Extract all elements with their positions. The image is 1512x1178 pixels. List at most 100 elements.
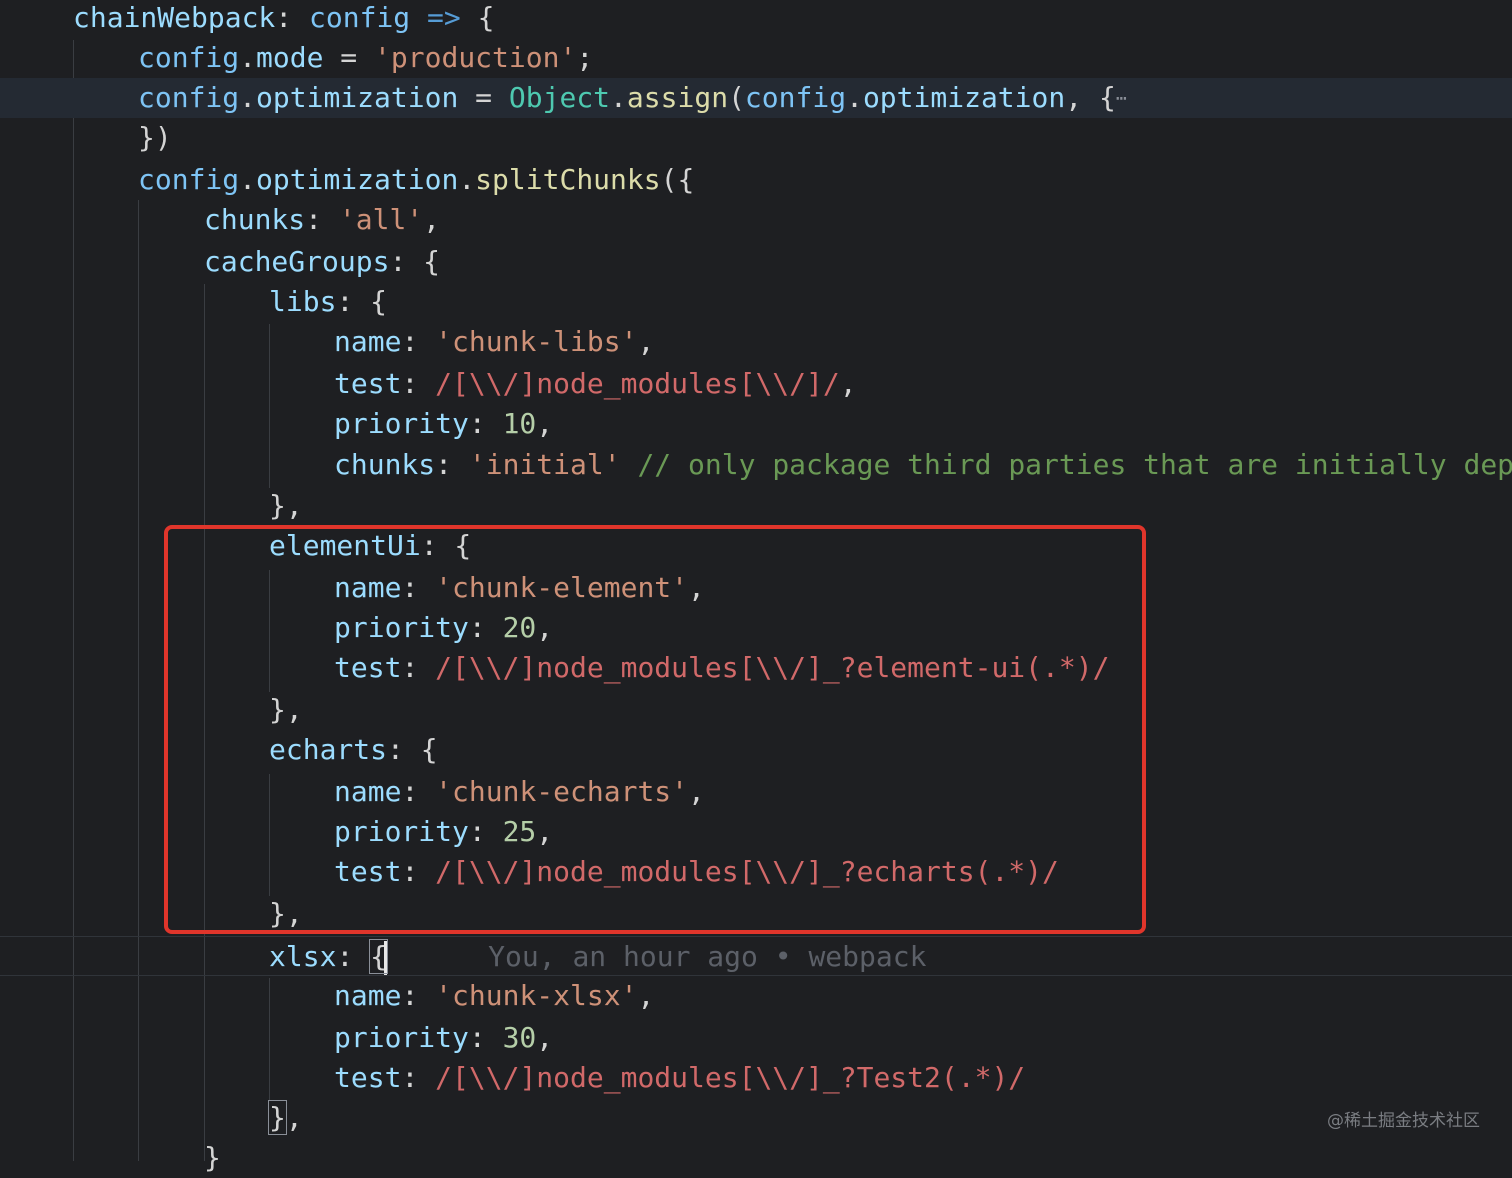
code-editor[interactable]: chainWebpack: config => {config.mode = '…	[0, 0, 1512, 1174]
code-token: })	[138, 121, 172, 154]
code-text: config.mode = 'production';	[138, 38, 593, 78]
code-token: priority	[334, 407, 469, 440]
code-token: ,	[423, 203, 441, 236]
code-token: :	[401, 325, 436, 358]
code-token: ,	[285, 1101, 303, 1134]
code-token: :	[275, 1, 310, 34]
code-text: priority: 10,	[334, 404, 553, 444]
code-text: name: 'chunk-xlsx',	[334, 976, 654, 1016]
code-text: }	[204, 1138, 221, 1178]
code-token: test	[334, 1061, 402, 1094]
code-token: config	[309, 1, 411, 34]
code-token: splitChunks	[475, 163, 661, 196]
code-line[interactable]: })	[0, 118, 1512, 158]
code-token: config	[138, 41, 240, 74]
code-text: },	[268, 1098, 303, 1138]
code-token: mode	[256, 41, 324, 74]
code-text: config.optimization = Object.assign(conf…	[138, 78, 1127, 119]
code-token: }	[204, 1141, 221, 1174]
code-text: priority: 30,	[334, 1018, 553, 1058]
code-token: ({	[660, 163, 695, 196]
code-token: :	[468, 1021, 503, 1054]
code-token: /[\\/]node_modules[\\/]_?Test2(.*)/	[435, 1061, 1026, 1094]
code-line[interactable]: name: 'chunk-libs',	[0, 322, 1512, 362]
code-token: .	[239, 81, 257, 114]
code-token: :	[401, 367, 436, 400]
code-token: cacheGroups	[204, 245, 390, 278]
watermark: @稀土掘金技术社区	[1327, 1111, 1480, 1131]
code-line[interactable]: config.mode = 'production';	[0, 38, 1512, 78]
code-line[interactable]: }	[0, 1138, 1512, 1178]
code-text: name: 'chunk-libs',	[334, 322, 654, 362]
code-line[interactable]: config.optimization = Object.assign(conf…	[0, 78, 1512, 118]
code-token: .	[458, 163, 476, 196]
code-token: :	[305, 203, 339, 236]
code-line[interactable]: priority: 10,	[0, 404, 1512, 444]
code-token: assign	[626, 81, 729, 114]
code-token: config	[138, 81, 240, 114]
code-line[interactable]: },	[0, 1098, 1512, 1138]
code-token: 'production'	[374, 41, 577, 74]
code-token: xlsx	[269, 940, 337, 973]
code-token: ,	[637, 325, 655, 358]
code-token: name	[334, 979, 402, 1012]
code-token: test	[334, 367, 402, 400]
code-text: })	[138, 118, 172, 158]
code-token: .	[239, 41, 257, 74]
code-text: chunks: 'all',	[204, 200, 440, 240]
code-token: 'initial'	[468, 448, 621, 481]
code-line[interactable]: chunks: 'initial' // only package third …	[0, 445, 1512, 485]
code-token: : {	[389, 245, 441, 278]
code-text: },	[269, 486, 303, 526]
code-text: cacheGroups: {	[204, 242, 440, 282]
code-token: :	[468, 407, 503, 440]
code-line[interactable]: test: /[\\/]node_modules[\\/]/,	[0, 364, 1512, 404]
code-token: optimization	[256, 163, 459, 196]
code-token: chunks	[334, 448, 436, 481]
code-token: },	[269, 489, 303, 522]
code-line[interactable]: config.optimization.splitChunks({	[0, 160, 1512, 200]
code-line[interactable]: libs: {	[0, 282, 1512, 322]
code-token: priority	[334, 1021, 469, 1054]
code-token: =	[323, 41, 375, 74]
code-token: optimization	[256, 81, 459, 114]
code-token: config	[138, 163, 240, 196]
code-token: libs	[269, 285, 337, 318]
code-line[interactable]: chainWebpack: config => {	[0, 0, 1512, 38]
code-token: .	[610, 81, 627, 114]
code-token: // only package third parties that are i…	[637, 448, 1512, 481]
code-token: =>	[427, 1, 461, 34]
code-token: 'chunk-xlsx'	[435, 979, 638, 1012]
code-token: ,	[839, 367, 857, 400]
code-text: xlsx: { You, an hour ago • webpack	[269, 937, 926, 977]
code-line[interactable]: chunks: 'all',	[0, 200, 1512, 240]
code-token: :	[435, 448, 469, 481]
code-line[interactable]: name: 'chunk-xlsx',	[0, 976, 1512, 1016]
code-token: .	[239, 163, 257, 196]
code-token: , {	[1065, 81, 1116, 114]
code-token: 'chunk-libs'	[435, 325, 638, 358]
code-line[interactable]: cacheGroups: {	[0, 242, 1512, 282]
code-token: 10	[502, 407, 537, 440]
code-token: .	[846, 81, 863, 114]
code-text: config.optimization.splitChunks({	[138, 160, 694, 200]
code-token: :	[336, 940, 371, 973]
code-token: ;	[576, 41, 594, 74]
code-token: optimization	[862, 81, 1066, 114]
code-token: Object	[508, 81, 611, 114]
code-text: test: /[\\/]node_modules[\\/]/,	[334, 364, 857, 404]
code-text: libs: {	[269, 282, 387, 322]
code-token: :	[401, 1061, 436, 1094]
git-blame-annotation: You, an hour ago • webpack	[387, 940, 927, 973]
code-text: test: /[\\/]node_modules[\\/]_?Test2(.*)…	[334, 1058, 1025, 1098]
folded-region-icon[interactable]: ⋯	[1116, 88, 1127, 109]
code-line[interactable]: xlsx: { You, an hour ago • webpack	[0, 936, 1512, 976]
code-line[interactable]: },	[0, 486, 1512, 526]
code-token: name	[334, 325, 402, 358]
code-line[interactable]: test: /[\\/]node_modules[\\/]_?Test2(.*)…	[0, 1058, 1512, 1098]
code-text: chunks: 'initial' // only package third …	[334, 445, 1512, 485]
code-token: chunks	[204, 203, 306, 236]
code-line[interactable]: priority: 30,	[0, 1018, 1512, 1058]
code-token: (	[728, 81, 745, 114]
